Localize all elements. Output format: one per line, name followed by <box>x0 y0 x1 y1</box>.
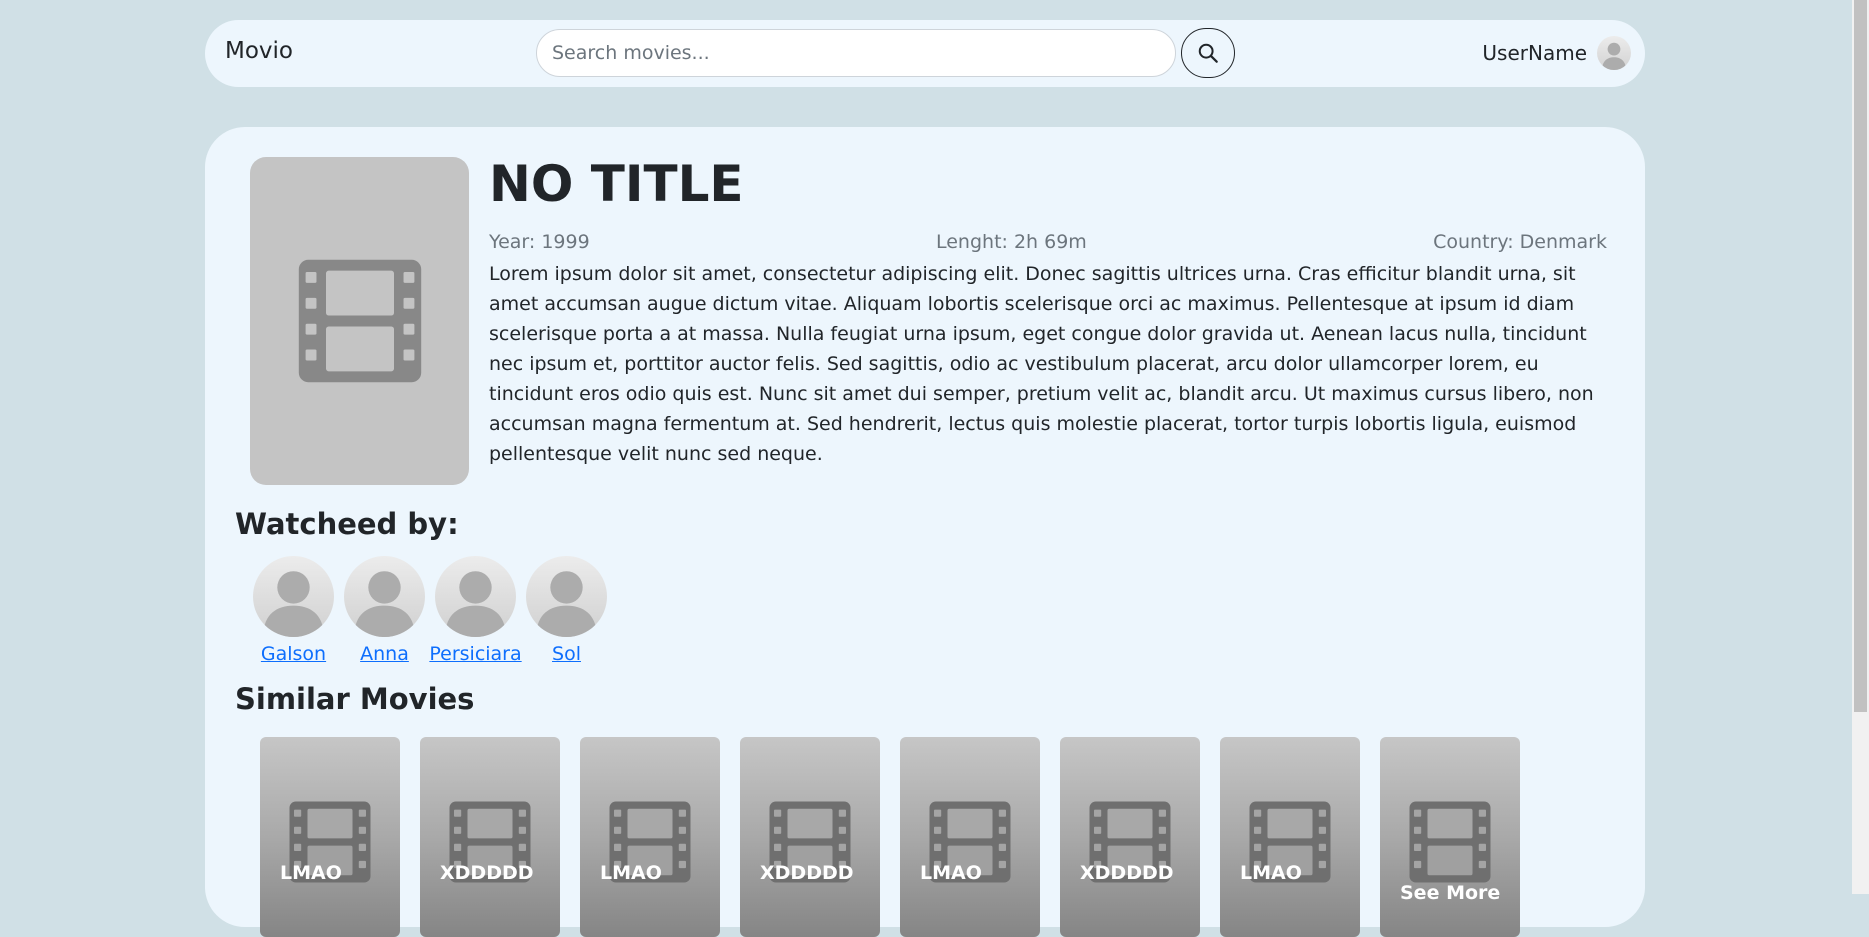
movie-length: Lenght: 2h 69m <box>935 231 1087 253</box>
user-name[interactable]: UserName <box>1482 41 1587 65</box>
watcher-link[interactable]: Sol <box>552 643 581 665</box>
movie-tile[interactable]: XDDDDD <box>1060 737 1200 937</box>
movie-tile-title: LMAO <box>600 862 662 884</box>
similar-movies-list: LMAO XDDDDD LMAO XDDDDD LMAO XDDDDD LMAO <box>260 737 1520 937</box>
page-scrollbar[interactable] <box>1852 0 1869 894</box>
see-more-label[interactable]: See More <box>1400 882 1500 904</box>
watcher-item[interactable]: Sol <box>526 556 607 665</box>
brand-logo[interactable]: Movio <box>225 38 293 64</box>
watcher-link[interactable]: Galson <box>261 643 326 665</box>
watchers-list: Galson Anna Persiciara Sol <box>253 556 607 665</box>
user-avatar-icon[interactable] <box>1597 36 1631 70</box>
see-more-tile[interactable]: See More <box>1380 737 1520 937</box>
movie-tile-title: LMAO <box>280 862 342 884</box>
movie-year: Year: 1999 <box>489 231 590 253</box>
similar-movies-heading: Similar Movies <box>235 682 475 716</box>
movie-card: NO TITLE Year: 1999 Lenght: 2h 69m Count… <box>205 127 1645 937</box>
user-menu[interactable]: UserName <box>1482 33 1631 73</box>
watcher-item[interactable]: Galson <box>253 556 334 665</box>
search-button[interactable] <box>1181 28 1235 78</box>
user-avatar-icon[interactable] <box>435 556 516 637</box>
movie-tile-title: LMAO <box>920 862 982 884</box>
movie-tile[interactable]: XDDDDD <box>420 737 560 937</box>
movie-meta: Year: 1999 Lenght: 2h 69m Country: Denma… <box>489 231 1607 253</box>
watcher-item[interactable]: Persiciara <box>429 556 522 665</box>
user-avatar-icon[interactable] <box>253 556 334 637</box>
watcher-link[interactable]: Anna <box>360 643 409 665</box>
movie-tile[interactable]: LMAO <box>1220 737 1360 937</box>
scrollbar-thumb[interactable] <box>1854 0 1867 712</box>
search-icon <box>1198 43 1218 63</box>
movie-tile[interactable]: LMAO <box>260 737 400 937</box>
user-avatar-icon[interactable] <box>526 556 607 637</box>
movie-tile-title: XDDDDD <box>1080 862 1174 884</box>
search-input[interactable] <box>536 29 1176 77</box>
film-icon <box>298 259 421 383</box>
movie-description: Lorem ipsum dolor sit amet, consectetur … <box>489 263 1594 465</box>
movie-tile[interactable]: LMAO <box>580 737 720 937</box>
watcher-item[interactable]: Anna <box>344 556 425 665</box>
movie-tile-title: XDDDDD <box>760 862 854 884</box>
watcher-link[interactable]: Persiciara <box>429 643 521 665</box>
movie-country: Country: Denmark <box>1433 231 1607 253</box>
movie-title: NO TITLE <box>489 155 744 213</box>
navbar: Movio UserName <box>205 20 1645 87</box>
watched-by-heading: Watcheed by: <box>235 507 459 541</box>
movie-tile[interactable]: LMAO <box>900 737 1040 937</box>
movie-tile-title: XDDDDD <box>440 862 534 884</box>
movie-poster <box>250 157 469 485</box>
film-icon <box>1409 801 1491 883</box>
movie-tile[interactable]: XDDDDD <box>740 737 880 937</box>
movie-tile-title: LMAO <box>1240 862 1302 884</box>
user-avatar-icon[interactable] <box>344 556 425 637</box>
